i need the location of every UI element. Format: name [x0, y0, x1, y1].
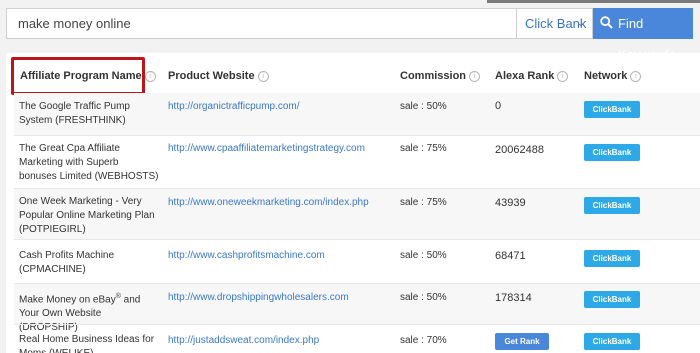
network-badge[interactable]: ClickBank	[584, 250, 640, 267]
product-website-link[interactable]: http://justaddsweat.com/index.php	[168, 334, 319, 348]
alexa-rank-value: 68471	[495, 250, 526, 262]
commission-value: sale : 50%	[400, 250, 447, 261]
column-header-program-name[interactable]: Affiliate Program Name i	[20, 70, 156, 82]
table-row: The Google Traffic Pump System (FRESHTHI…	[14, 93, 700, 135]
column-header-product-website[interactable]: Product Website i	[168, 70, 269, 82]
search-input[interactable]: make money online	[6, 8, 516, 39]
program-name: The Google Traffic Pump System (FRESHTHI…	[19, 101, 130, 126]
table-row: The Great Cpa Affiliate Marketing with S…	[14, 136, 700, 188]
column-header-alexa-rank[interactable]: Alexa Rank i	[495, 70, 569, 82]
network-badge[interactable]: ClickBank	[584, 101, 640, 118]
top-divider	[487, 0, 700, 3]
get-rank-button[interactable]: Get Rank	[495, 333, 549, 350]
commission-value: sale : 50%	[400, 101, 447, 112]
info-icon[interactable]: i	[144, 71, 156, 82]
alexa-rank-value: 43939	[495, 197, 526, 209]
info-icon[interactable]: i	[557, 71, 569, 82]
commission-value: sale : 70%	[400, 335, 447, 346]
info-icon[interactable]: i	[469, 71, 481, 82]
alexa-rank-value: 0	[495, 100, 502, 112]
program-name: The Great Cpa Affiliate Marketing with S…	[19, 143, 159, 182]
table-row: One Week Marketing - Very Popular Online…	[14, 189, 700, 239]
search-icon	[600, 16, 613, 29]
commission-value: sale : 75%	[400, 143, 447, 154]
table-row: Real Home Business Ideas for Moms (WELIK…	[14, 325, 700, 353]
chevron-down-icon: ⌄	[576, 18, 585, 29]
info-icon[interactable]: i	[630, 71, 642, 82]
product-website-link[interactable]: http://www.cpaaffiliatemarketingstrategy…	[168, 142, 365, 156]
program-name: Real Home Business Ideas for Moms (WELIK…	[19, 334, 155, 353]
network-badge[interactable]: ClickBank	[584, 333, 640, 350]
table-row: Cash Profits Machine (CPMACHINE) http://…	[14, 240, 700, 283]
table-row: Make Money on eBay® and Your Own Website…	[14, 284, 700, 333]
product-website-link[interactable]: http://www.oneweekmarketing.com/index.ph…	[168, 196, 369, 210]
info-icon[interactable]: i	[257, 71, 269, 82]
commission-value: sale : 50%	[400, 292, 447, 303]
network-badge[interactable]: ClickBank	[584, 291, 640, 308]
search-toolbar: make money online Click Bank ⌄ Find Keyw…	[0, 0, 700, 62]
alexa-rank-value: 20062488	[495, 144, 544, 156]
network-badge[interactable]: ClickBank	[584, 144, 640, 161]
product-website-link[interactable]: http://www.dropshippingwholesalers.com	[168, 291, 349, 305]
product-website-link[interactable]: http://organictrafficpump.com/	[168, 100, 300, 114]
network-select[interactable]: Click Bank ⌄	[516, 8, 593, 39]
program-name: Cash Profits Machine (CPMACHINE)	[19, 250, 115, 275]
commission-value: sale : 75%	[400, 197, 447, 208]
column-header-network[interactable]: Network i	[584, 70, 642, 82]
product-website-link[interactable]: http://www.cashprofitsmachine.com	[168, 249, 325, 263]
alexa-rank-value: 178314	[495, 292, 532, 304]
column-header-commission[interactable]: Commission i	[400, 70, 481, 82]
find-keywords-button[interactable]: Find Keywords	[593, 8, 693, 62]
network-badge[interactable]: ClickBank	[584, 197, 640, 214]
program-name: One Week Marketing - Very Popular Online…	[19, 196, 155, 235]
